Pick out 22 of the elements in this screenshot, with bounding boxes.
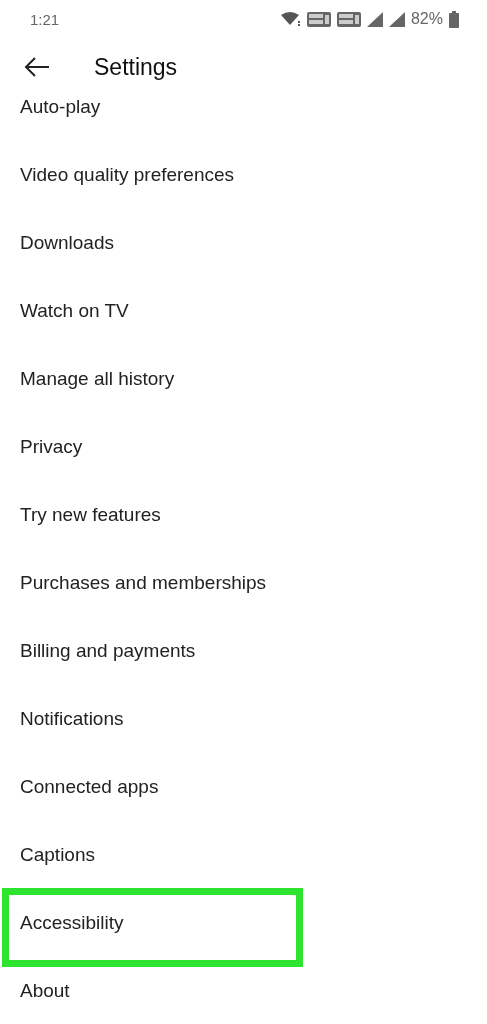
settings-item[interactable]: Manage all history bbox=[20, 368, 175, 390]
wifi-icon bbox=[280, 12, 301, 26]
settings-item[interactable]: Try new features bbox=[20, 504, 161, 526]
page-title: Settings bbox=[94, 53, 178, 81]
settings-item[interactable]: Billing and payments bbox=[20, 640, 196, 662]
status-time: 1:21 bbox=[30, 10, 60, 28]
settings-item[interactable]: Captions bbox=[20, 844, 95, 866]
settings-item[interactable]: Auto-play bbox=[20, 96, 101, 118]
battery-percent: 82% bbox=[410, 10, 443, 28]
settings-item[interactable]: Purchases and memberships bbox=[20, 572, 267, 594]
settings-item[interactable]: Video quality preferences bbox=[20, 164, 235, 186]
settings-item[interactable]: Watch on TV bbox=[20, 300, 129, 322]
settings-item[interactable]: Downloads bbox=[20, 232, 114, 254]
settings-item[interactable]: Accessibility bbox=[20, 912, 124, 934]
settings-item[interactable]: About bbox=[20, 980, 70, 1002]
signal-icon bbox=[366, 11, 383, 27]
signal-icon bbox=[388, 11, 405, 27]
settings-item[interactable]: Connected apps bbox=[20, 776, 159, 798]
battery-icon bbox=[449, 10, 459, 28]
settings-item[interactable]: Privacy bbox=[20, 436, 83, 458]
settings-item[interactable]: Notifications bbox=[20, 708, 124, 730]
back-arrow-icon bbox=[24, 57, 50, 77]
